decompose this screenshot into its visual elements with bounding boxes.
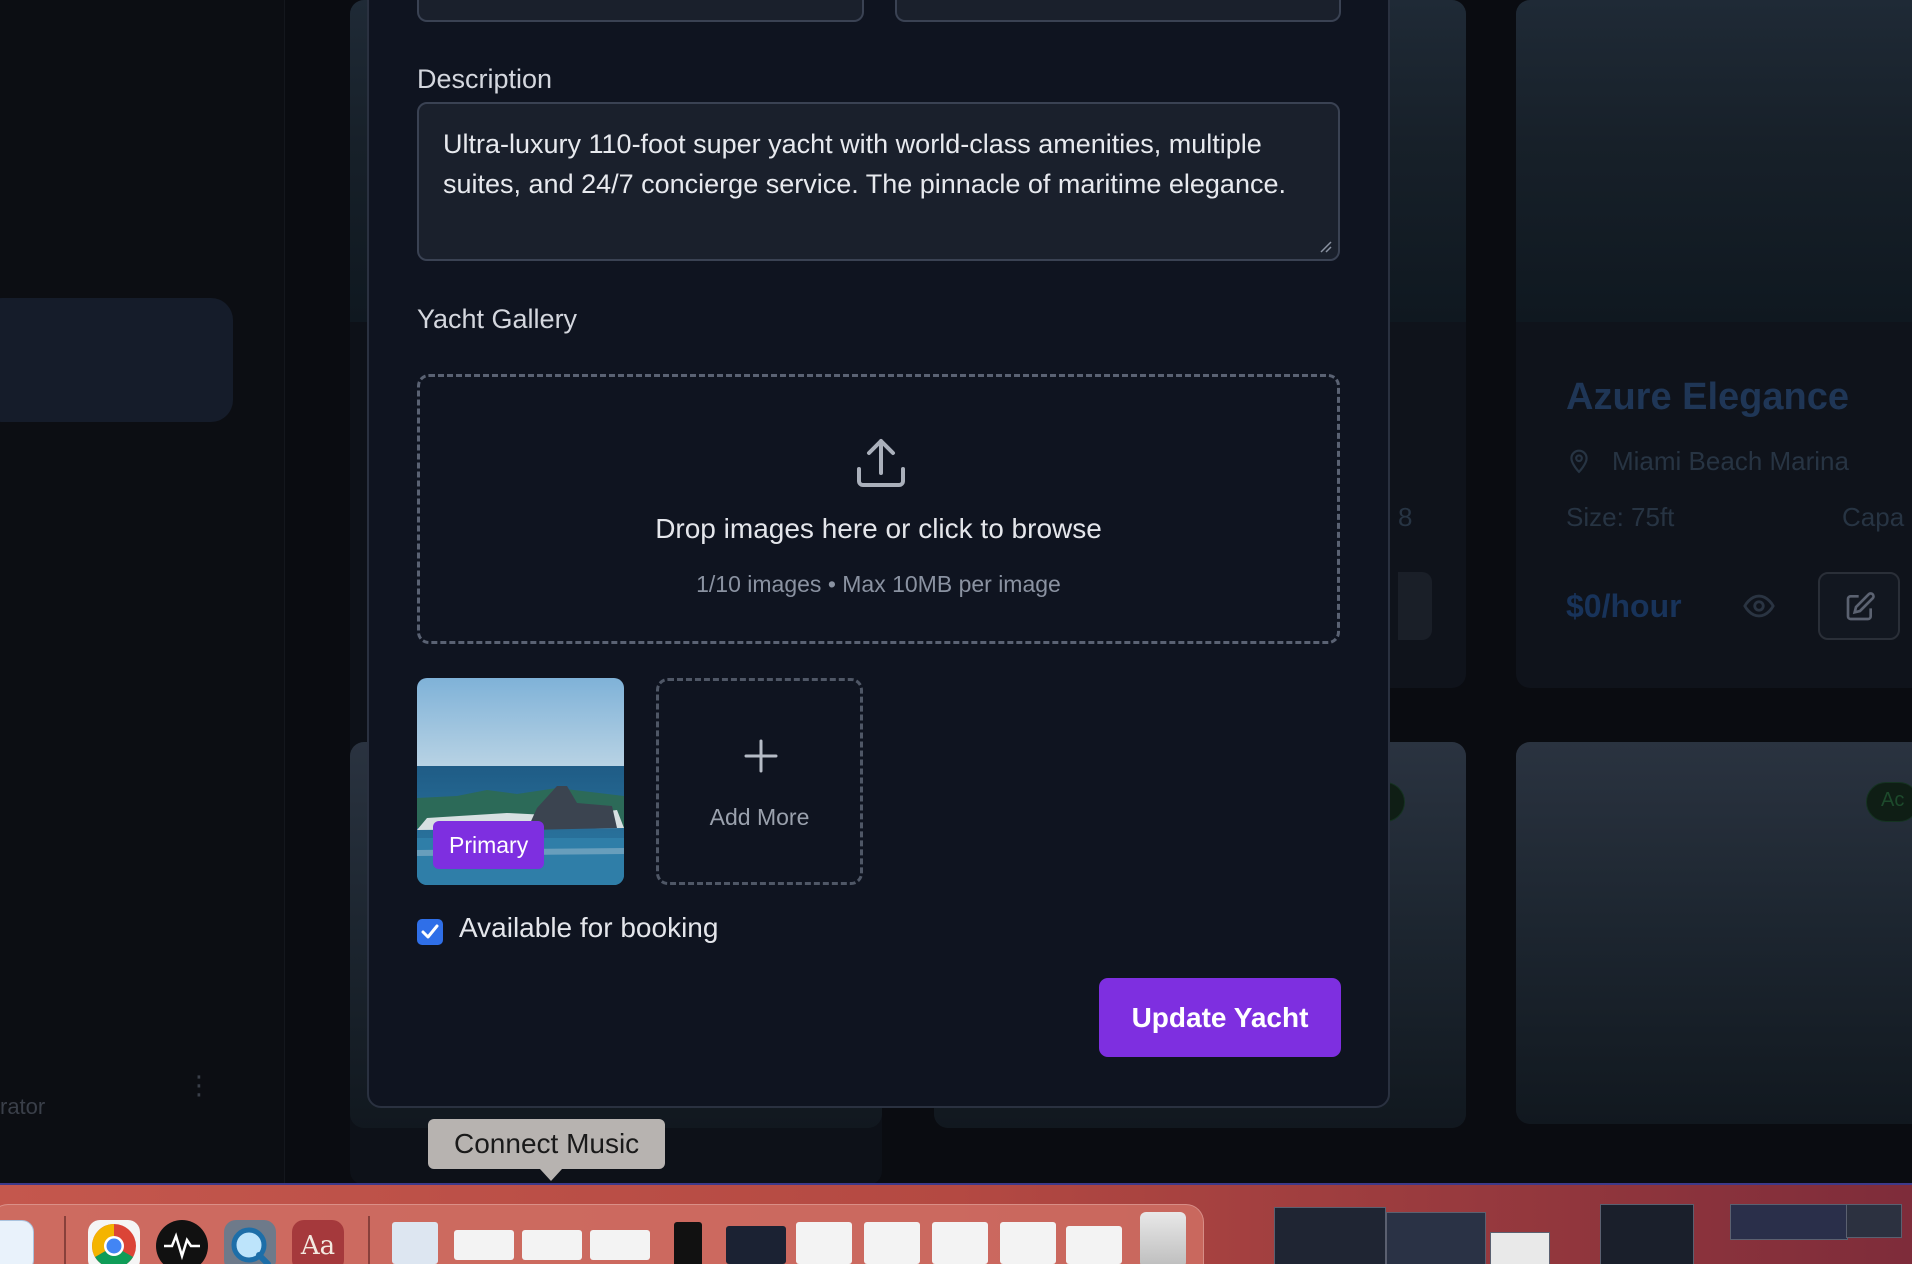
chrome-logo [92, 1224, 136, 1264]
resize-handle-icon[interactable] [1318, 239, 1332, 253]
dock-document[interactable] [864, 1222, 920, 1264]
yacht-card-image [1516, 0, 1912, 322]
dock-document[interactable] [1000, 1222, 1056, 1264]
dock-document[interactable] [1066, 1226, 1122, 1264]
map-pin-icon [1570, 449, 1588, 474]
sidebar-user-menu-icon[interactable]: ⋮ [186, 1072, 212, 1098]
plus-icon [744, 739, 778, 773]
yacht-card-location: Miami Beach Marina [1612, 446, 1849, 476]
tooltip-arrow [540, 1169, 562, 1181]
desktop-window-thumbnail[interactable] [1386, 1212, 1486, 1264]
dock-window[interactable] [726, 1226, 786, 1264]
trash-icon[interactable] [1140, 1212, 1186, 1264]
edit-button[interactable] [1818, 572, 1900, 640]
edit-icon [1846, 592, 1875, 621]
add-more-button[interactable]: Add More [656, 678, 863, 885]
dock-phone-window[interactable] [674, 1222, 702, 1264]
dock-document[interactable] [392, 1222, 438, 1264]
gallery-label: Yacht Gallery [417, 304, 578, 334]
form-input-partial[interactable] [895, 0, 1341, 22]
dropzone-subtitle: 1/10 images • Max 10MB per image [696, 571, 1061, 597]
yacht-card-price: $0/hour [1566, 588, 1682, 624]
sidebar-user-role: rator [0, 1094, 46, 1119]
update-yacht-button[interactable]: Update Yacht [1099, 978, 1341, 1057]
dock-separator [64, 1216, 66, 1264]
checkmark-icon [421, 924, 439, 939]
sidebar-active-item[interactable] [0, 298, 233, 422]
waveform-icon [164, 1232, 200, 1261]
yacht-card-button[interactable] [1398, 572, 1432, 640]
yacht-card-title: Azure Elegance [1566, 376, 1849, 418]
magnifier-q-icon [231, 1227, 271, 1264]
description-textarea[interactable]: Ultra-luxury 110-foot super yacht with w… [417, 102, 1340, 261]
music-app-icon[interactable] [156, 1220, 208, 1264]
dictionary-icon[interactable]: Aa [292, 1220, 344, 1264]
dropzone-title: Drop images here or click to browse [655, 513, 1102, 544]
add-more-label: Add More [709, 804, 810, 830]
dock-document[interactable] [796, 1222, 852, 1264]
desktop-window-thumbnail[interactable] [1846, 1204, 1902, 1238]
upload-icon [857, 439, 905, 487]
available-label[interactable]: Available for booking [459, 912, 718, 944]
description-label: Description [417, 64, 553, 94]
description-value: Ultra-luxury 110-foot super yacht with w… [443, 129, 1286, 199]
gallery-image-thumbnail[interactable]: Primary [417, 678, 624, 885]
dock-tooltip: Connect Music [428, 1119, 666, 1169]
desktop-window-thumbnail[interactable] [1490, 1232, 1550, 1264]
screen: rator ⋮ 8 e Azure Elegance Miami Beach M… [0, 0, 1912, 1264]
app-sidebar: rator ⋮ [0, 0, 285, 1185]
yacht-card-capacity: Capa [1842, 502, 1905, 532]
dock-document[interactable] [454, 1230, 514, 1260]
image-dropzone[interactable]: Drop images here or click to browse 1/10… [417, 374, 1340, 644]
yacht-card: Azure Elegance Miami Beach Marina Size: … [1516, 0, 1912, 688]
eye-icon[interactable] [1742, 589, 1776, 623]
status-badge: Ac [1866, 782, 1912, 822]
yacht-capacity-value: 8 [1398, 502, 1413, 532]
yacht-card: Ac [1516, 742, 1912, 1124]
yacht-card-image [1516, 742, 1912, 1124]
desktop-window-thumbnail[interactable] [1274, 1207, 1386, 1264]
desktop-window-thumbnail[interactable] [1730, 1204, 1848, 1240]
chrome-icon[interactable] [88, 1220, 140, 1264]
dock-separator [368, 1216, 370, 1264]
finder-icon[interactable] [0, 1220, 34, 1264]
quicktime-icon[interactable] [224, 1220, 276, 1264]
desktop-window-thumbnail[interactable] [1600, 1204, 1694, 1264]
yacht-card-size: Size: 75ft [1566, 502, 1675, 532]
form-input-partial[interactable] [417, 0, 864, 22]
primary-badge: Primary [433, 821, 545, 869]
dock-document[interactable] [932, 1222, 988, 1264]
available-checkbox[interactable] [417, 919, 443, 945]
dock-document[interactable] [590, 1230, 650, 1260]
dock-document[interactable] [522, 1230, 582, 1260]
